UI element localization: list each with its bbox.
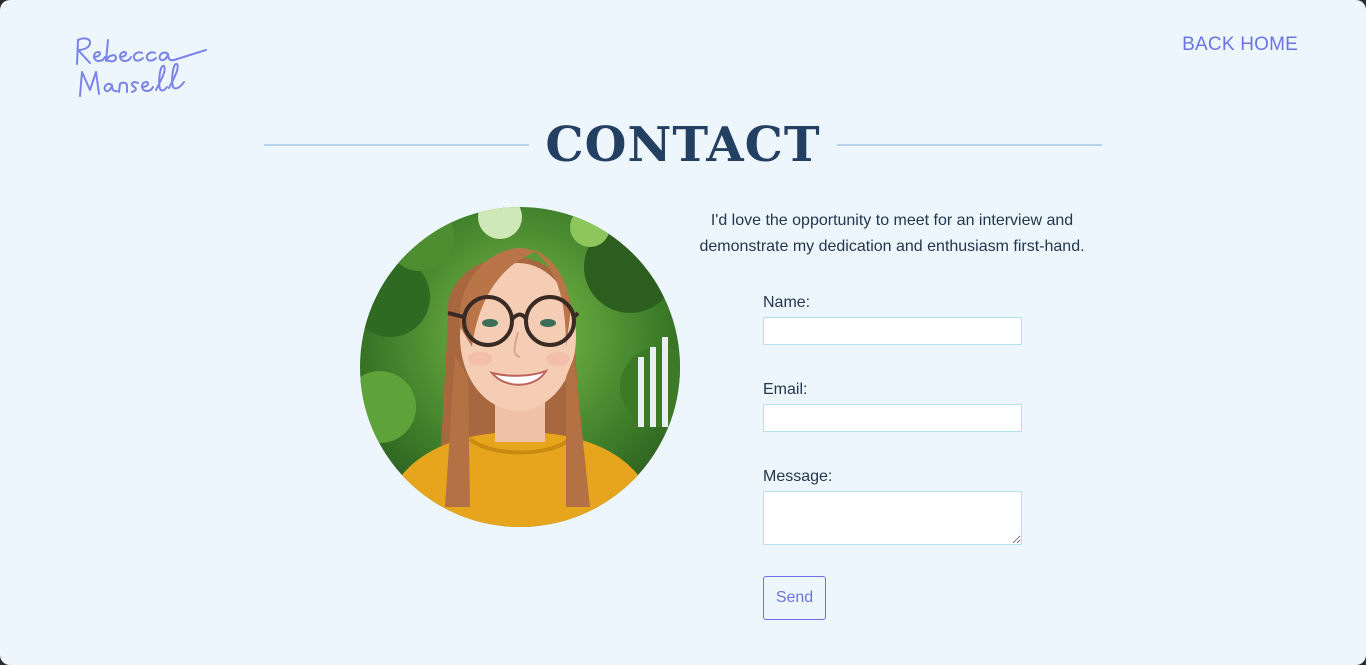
contact-form: Name: Email: Message: Send: [763, 294, 1025, 620]
message-label: Message:: [763, 468, 833, 485]
logo[interactable]: [72, 30, 212, 102]
back-home-link[interactable]: BACK HOME: [1182, 34, 1298, 56]
intro-line-2: demonstrate my dedication and enthusiasm…: [699, 238, 1085, 255]
email-label: Email:: [763, 381, 808, 398]
intro-text: I'd love the opportunity to meet for an …: [672, 208, 1112, 260]
handwritten-logo-signature: [76, 37, 207, 97]
profile-photo: [360, 207, 680, 527]
page-heading: CONTACT: [264, 110, 1102, 180]
email-input[interactable]: [763, 404, 1022, 432]
heading-divider-left: [264, 144, 530, 146]
heading-divider-right: [836, 144, 1102, 146]
message-textarea[interactable]: [763, 491, 1022, 545]
contact-page: BACK HOME CONTACT I'd love the opportuni…: [0, 0, 1366, 665]
send-button[interactable]: Send: [763, 576, 826, 620]
name-label: Name:: [763, 294, 811, 311]
intro-line-1: I'd love the opportunity to meet for an …: [710, 212, 1074, 229]
page-title: CONTACT: [545, 117, 821, 173]
portrait-illustration: [360, 207, 680, 527]
name-input[interactable]: [763, 317, 1022, 345]
